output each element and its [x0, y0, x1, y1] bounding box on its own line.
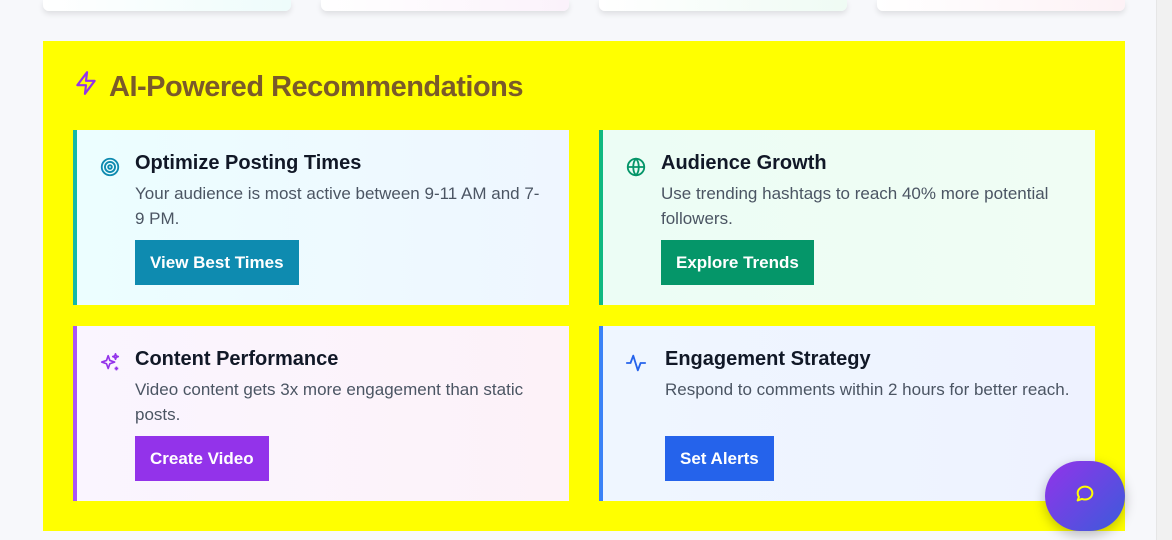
- card-title: Content Performance: [135, 348, 339, 370]
- stat-card-1: [43, 0, 291, 11]
- card-description: Respond to comments within 2 hours for b…: [665, 380, 1070, 399]
- set-alerts-button[interactable]: Set Alerts: [665, 436, 774, 481]
- sparkles-icon: [99, 352, 121, 374]
- ai-recommendations-section: AI-Powered Recommendations Optimize Post…: [43, 41, 1125, 531]
- target-icon: [99, 156, 121, 178]
- stat-card-3: [599, 0, 847, 11]
- globe-icon: [625, 156, 647, 178]
- section-title: AI-Powered Recommendations: [109, 70, 524, 103]
- card-description: Your audience is most active between 9-1…: [135, 184, 540, 228]
- recommendation-card-engagement-strategy: Engagement Strategy Respond to comments …: [599, 326, 1095, 501]
- recommendation-card-audience-growth: Audience Growth Use trending hashtags to…: [599, 130, 1095, 305]
- activity-icon: [625, 352, 647, 374]
- lightning-icon: [73, 70, 99, 104]
- section-header: AI-Powered Recommendations: [73, 69, 524, 105]
- recommendation-card-posting-times: Optimize Posting Times Your audience is …: [73, 130, 569, 305]
- card-description: Video content gets 3x more engagement th…: [135, 380, 524, 424]
- explore-trends-button[interactable]: Explore Trends: [661, 240, 814, 285]
- card-description: Use trending hashtags to reach 40% more …: [661, 184, 1049, 228]
- card-title: Engagement Strategy: [665, 348, 871, 370]
- card-title: Audience Growth: [661, 152, 827, 174]
- recommendation-card-content-performance: Content Performance Video content gets 3…: [73, 326, 569, 501]
- chat-button[interactable]: [1045, 461, 1125, 531]
- card-title: Optimize Posting Times: [135, 152, 362, 174]
- chat-bubble-icon: [1074, 483, 1096, 510]
- stat-card-2: [321, 0, 569, 11]
- scrollbar[interactable]: [1156, 0, 1172, 540]
- view-best-times-button[interactable]: View Best Times: [135, 240, 299, 285]
- stat-card-4: [877, 0, 1125, 11]
- create-video-button[interactable]: Create Video: [135, 436, 269, 481]
